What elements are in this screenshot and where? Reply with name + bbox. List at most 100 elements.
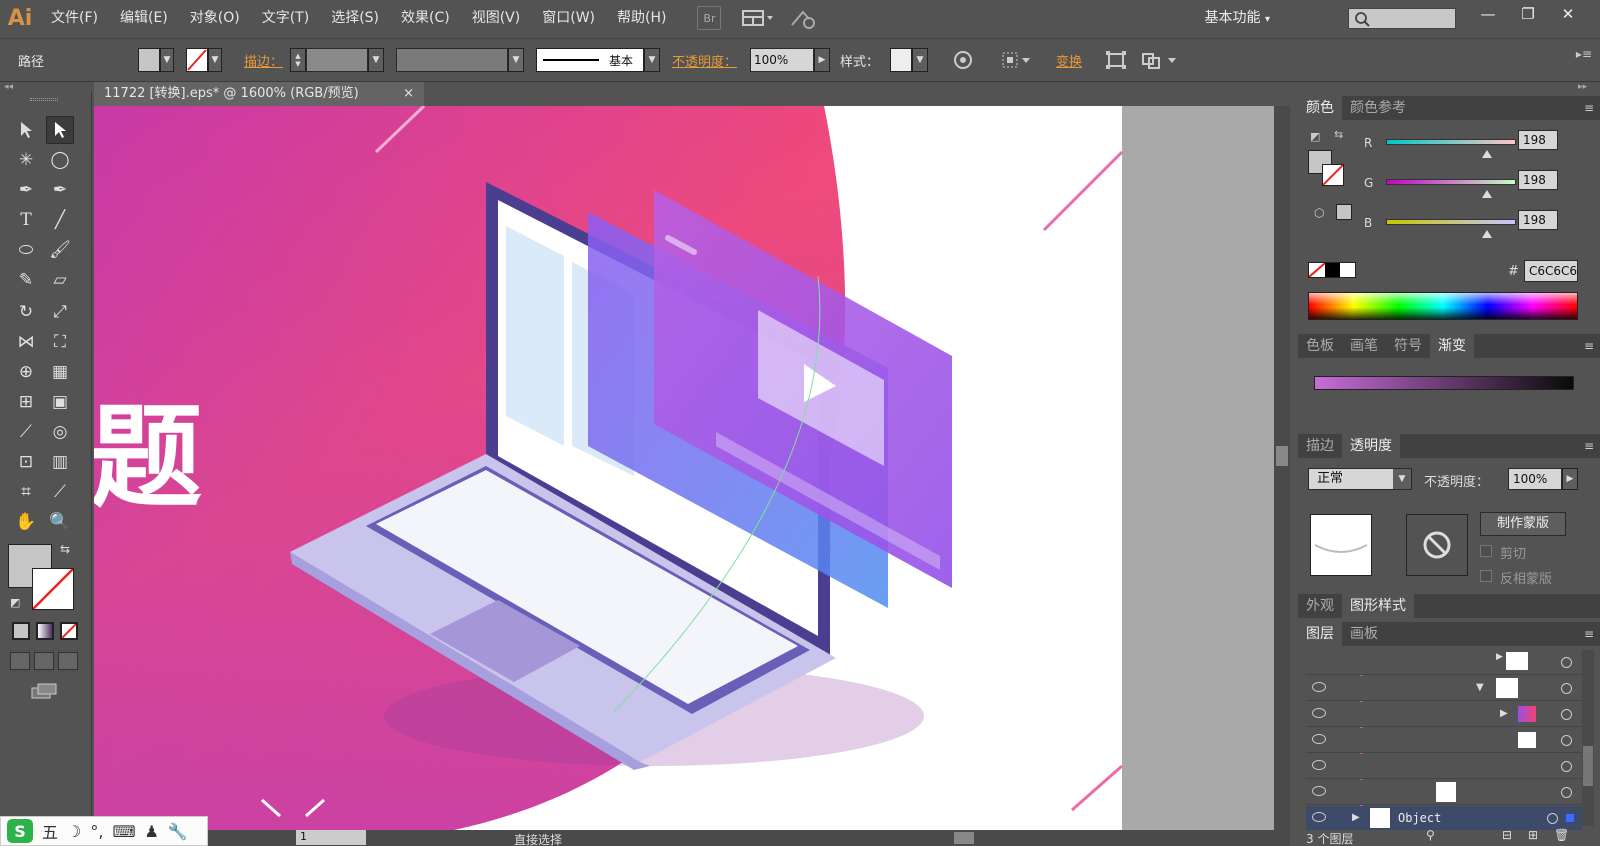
g-slider-thumb[interactable] — [1481, 187, 1492, 202]
menu-file[interactable]: 文件(F) — [40, 0, 109, 36]
new-sublayer-icon[interactable]: ⊟ — [1502, 828, 1512, 842]
horizontal-scrollbar[interactable] — [94, 830, 1290, 846]
opacity-field[interactable]: 100% — [750, 48, 814, 72]
swap-colors-icon[interactable]: ⇆ — [60, 542, 70, 556]
target-icon[interactable] — [1561, 735, 1572, 746]
tab-brushes[interactable]: 画笔 — [1342, 334, 1386, 358]
selection-tool[interactable] — [12, 116, 40, 144]
horizontal-scroll-thumb[interactable] — [954, 832, 974, 844]
artboard-canvas[interactable]: 题 — [94, 106, 1274, 830]
width-tool[interactable]: ⋈ — [12, 328, 40, 356]
variable-width-dropdown[interactable]: ▼ — [508, 48, 524, 72]
r-value-field[interactable]: 198 — [1518, 130, 1558, 150]
mask-thumbnail[interactable] — [1406, 514, 1468, 576]
collapse-toolbar-icon[interactable]: ◂◂ — [4, 82, 13, 92]
b-slider-thumb[interactable] — [1481, 227, 1492, 242]
menu-help[interactable]: 帮助(H) — [606, 0, 677, 36]
draw-behind-icon[interactable] — [34, 652, 54, 670]
ellipse-tool[interactable]: ⬭ — [12, 236, 40, 264]
expand-arrow-icon[interactable]: ▶ — [1500, 708, 1508, 719]
stroke-weight-stepper[interactable]: ▲ ▼ — [290, 48, 306, 72]
screen-mode-button[interactable] — [30, 682, 58, 700]
b-slider[interactable] — [1386, 219, 1516, 225]
eraser-tool[interactable]: ▱ — [46, 266, 74, 294]
layer-row[interactable] — [1306, 728, 1582, 753]
layer-row[interactable]: ▶ — [1306, 650, 1582, 675]
trash-icon[interactable]: 🗑 — [1554, 828, 1569, 842]
none-mode-button[interactable] — [60, 622, 78, 640]
lasso-tool[interactable]: ◯ — [46, 146, 74, 174]
layer-row[interactable]: ▼ — [1306, 676, 1582, 701]
recolor-artwork-button[interactable] — [952, 48, 974, 72]
pen-tool[interactable]: ✒ — [12, 176, 40, 204]
hand-tool[interactable]: ✋ — [12, 508, 40, 536]
tab-layers[interactable]: 图层 — [1298, 622, 1342, 646]
swap-arrow-icon[interactable]: ⇆ — [1334, 128, 1343, 141]
target-icon[interactable] — [1561, 657, 1572, 668]
type-tool[interactable]: T — [12, 206, 40, 234]
column-graph-tool[interactable]: ▥ — [46, 448, 74, 476]
b-value-field[interactable]: 198 — [1518, 210, 1558, 230]
color-mode-button[interactable] — [12, 622, 30, 640]
expand-arrow-icon[interactable]: ▶ — [1352, 812, 1360, 823]
collapse-panels-icon[interactable]: ▸▸ — [1578, 82, 1587, 92]
eyedropper-tool[interactable]: ⟋ — [12, 418, 40, 446]
paintbrush-tool[interactable]: 🖌 — [46, 236, 74, 264]
document-tab[interactable]: 11722 [转换].eps* @ 1600% (RGB/预览) × — [94, 82, 424, 106]
graphic-style-dropdown[interactable]: ▼ — [912, 48, 928, 72]
panel-menu-icon[interactable]: ≡ — [1584, 339, 1594, 353]
object-thumbnail[interactable] — [1310, 514, 1372, 576]
make-mask-button[interactable]: 制作蒙版 — [1480, 512, 1566, 536]
tab-artboards[interactable]: 画板 — [1342, 622, 1386, 646]
close-button[interactable]: ✕ — [1548, 0, 1588, 28]
r-slider-thumb[interactable] — [1481, 147, 1492, 162]
graphic-style-swatch[interactable] — [890, 48, 912, 72]
fill-dropdown[interactable]: ▼ — [160, 48, 174, 72]
layers-scrollbar[interactable] — [1582, 650, 1594, 826]
tab-gradient[interactable]: 渐变 — [1430, 334, 1474, 358]
stroke-weight-dropdown[interactable]: ▼ — [368, 48, 384, 72]
menu-type[interactable]: 文字(T) — [251, 0, 320, 36]
default-colors-icon[interactable]: ◩ — [10, 596, 20, 609]
color-spectrum[interactable] — [1308, 292, 1578, 320]
tab-stroke[interactable]: 描边 — [1298, 434, 1342, 458]
transparency-opacity-field[interactable]: 100% — [1508, 468, 1562, 490]
new-layer-icon[interactable]: ⊞ — [1528, 828, 1538, 842]
panel-menu-icon[interactable]: ≡ — [1584, 439, 1594, 453]
target-icon[interactable] — [1561, 709, 1572, 720]
menu-object[interactable]: 对象(O) — [179, 0, 251, 36]
target-icon[interactable] — [1561, 683, 1572, 694]
stroke-swatch[interactable] — [186, 48, 208, 72]
stroke-weight-field[interactable] — [306, 48, 368, 72]
g-value-field[interactable]: 198 — [1518, 170, 1558, 190]
rotate-tool[interactable]: ↻ — [12, 298, 40, 326]
perspective-grid-tool[interactable]: ▦ — [46, 358, 74, 386]
stroke-panel-link[interactable]: 描边： — [244, 51, 283, 70]
direct-selection-tool[interactable] — [46, 116, 74, 144]
g-slider[interactable] — [1386, 179, 1516, 185]
menu-effect[interactable]: 效果(C) — [390, 0, 461, 36]
target-icon[interactable] — [1547, 813, 1558, 824]
artboard-tool[interactable]: ⌗ — [12, 478, 40, 506]
ime-mode[interactable]: 五 — [42, 819, 58, 843]
collapse-arrow-icon[interactable]: ▼ — [1476, 682, 1484, 693]
scale-tool[interactable]: ⤢ — [46, 298, 74, 326]
control-bar-menu-icon[interactable]: ▸≡ — [1576, 47, 1592, 61]
blend-mode-select[interactable]: 正常 ▼ — [1308, 468, 1412, 490]
free-transform-tool[interactable]: ⛶ — [46, 328, 74, 356]
blend-tool[interactable]: ◎ — [46, 418, 74, 446]
arrange-docs-button[interactable] — [741, 7, 775, 29]
status-tool-label[interactable]: 直接选择 — [514, 831, 562, 846]
keyboard-icon[interactable]: ⌨ — [112, 822, 135, 841]
artboard-number-field[interactable]: 1 — [296, 830, 366, 845]
gradient-mode-button[interactable] — [36, 622, 54, 640]
eye-icon[interactable] — [1312, 760, 1326, 770]
toolbar-grip[interactable] — [30, 98, 58, 101]
target-icon[interactable] — [1561, 787, 1572, 798]
white-swatch[interactable] — [1340, 263, 1355, 277]
selection-indicator[interactable] — [1566, 814, 1574, 822]
opacity-slider-toggle[interactable]: ▶ — [814, 48, 830, 72]
curvature-tool[interactable]: ✒ — [46, 176, 74, 204]
pathfinder-button[interactable] — [1140, 48, 1184, 72]
tab-swatches[interactable]: 色板 — [1298, 334, 1342, 358]
